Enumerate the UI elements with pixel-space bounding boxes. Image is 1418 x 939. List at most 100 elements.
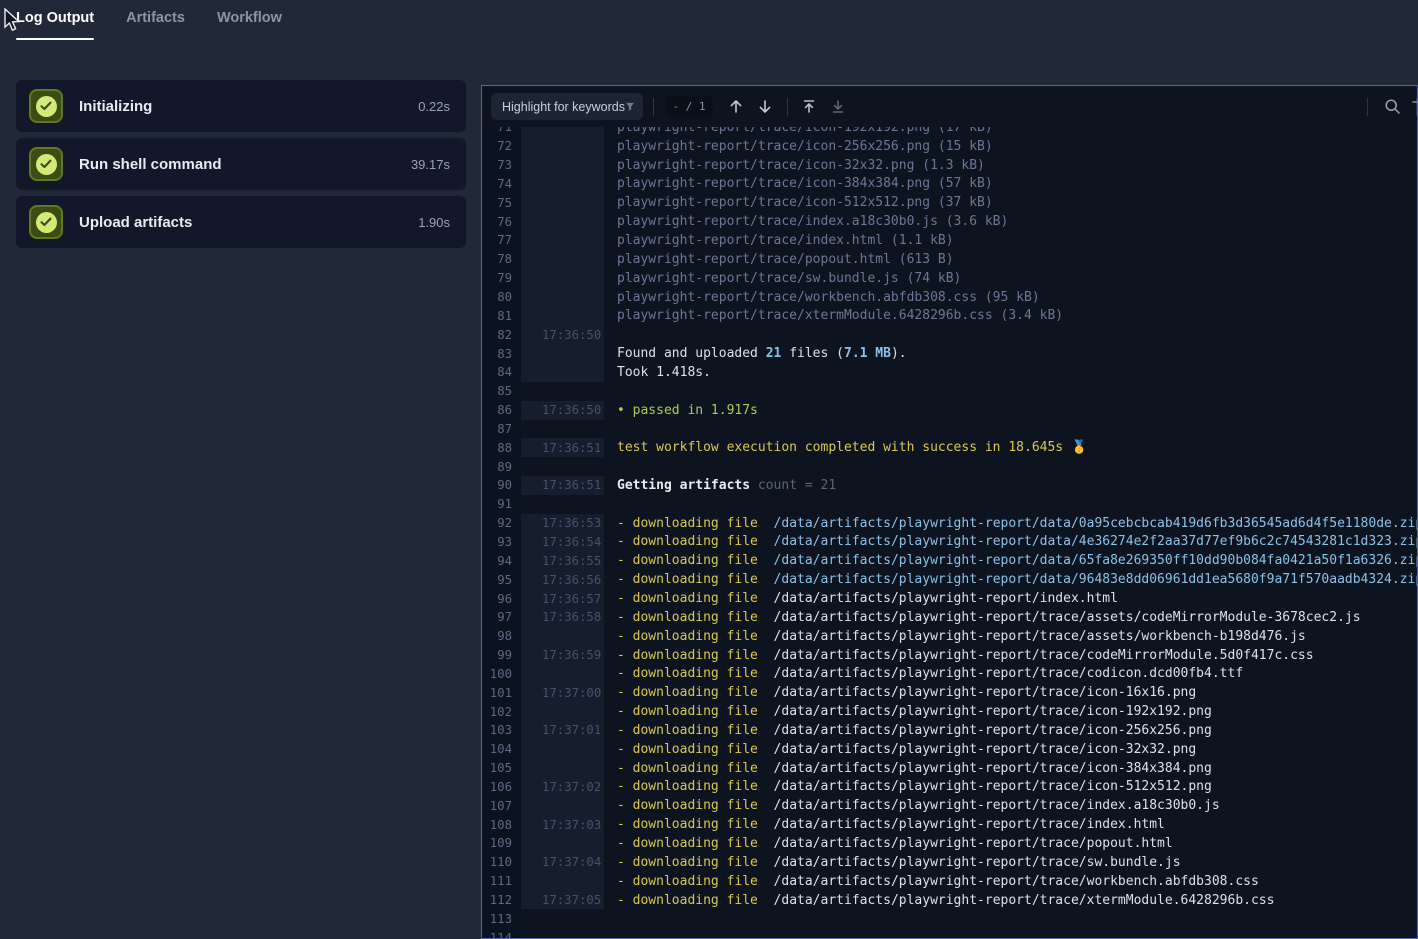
log-line-number[interactable]: 94 <box>482 551 521 570</box>
log-line-number[interactable]: 72 <box>482 137 521 156</box>
log-line-number[interactable]: 73 <box>482 156 521 175</box>
log-line-number[interactable]: 74 <box>482 175 521 194</box>
log-line-number[interactable]: 80 <box>482 288 521 307</box>
log-line-number[interactable]: 112 <box>482 891 521 910</box>
log-line-number[interactable]: 102 <box>482 702 521 721</box>
log-line: 84 Took 1.418s. <box>482 363 1417 382</box>
log-line-number[interactable]: 98 <box>482 627 521 646</box>
log-text: playwright-report/trace/icon-512x512.png… <box>604 195 993 210</box>
workflow-run-page: { "colors": { "accent_border": "#5d5fc4"… <box>0 0 1418 939</box>
success-check-icon <box>29 205 63 239</box>
log-line-number[interactable]: 82 <box>482 325 521 344</box>
log-line-number[interactable]: 100 <box>482 664 521 683</box>
previous-match-button[interactable] <box>725 96 747 118</box>
log-line-number[interactable]: 109 <box>482 834 521 853</box>
step-card-initializing[interactable]: Initializing 0.22s <box>16 80 466 132</box>
log-timestamp <box>521 212 604 231</box>
log-timestamp: 17:36:50 <box>521 401 604 420</box>
log-line-number[interactable]: 75 <box>482 193 521 212</box>
tabs-bar: Log Output Artifacts Workflow <box>16 10 282 40</box>
search-icon <box>1384 98 1401 115</box>
log-line-number[interactable]: 76 <box>482 212 521 231</box>
step-card-run-shell-command[interactable]: Run shell command 39.17s <box>16 138 466 190</box>
log-line-number[interactable]: 85 <box>482 382 521 401</box>
log-line: 72playwright-report/trace/icon-256x256.p… <box>482 137 1417 156</box>
log-line-number[interactable]: 113 <box>482 909 521 928</box>
log-text: - downloading file /data/artifacts/playw… <box>604 874 1259 889</box>
log-line-number[interactable]: 97 <box>482 608 521 627</box>
log-text: - downloading file /data/artifacts/playw… <box>604 572 1418 587</box>
log-line-number[interactable]: 89 <box>482 457 521 476</box>
log-timestamp <box>521 175 604 194</box>
log-text-segment: /data/artifacts/playwright-report/trace/… <box>774 798 1220 813</box>
log-text: - downloading file /data/artifacts/playw… <box>604 742 1196 757</box>
log-text-segment: - downloading file <box>617 779 774 794</box>
log-timestamp: 17:36:53 <box>521 514 604 533</box>
log-line-number[interactable]: 95 <box>482 570 521 589</box>
log-text-segment: • passed in 1.917s <box>617 403 758 418</box>
search-button[interactable] <box>1381 96 1403 118</box>
log-text-segment: - downloading file <box>617 629 774 644</box>
log-line-number[interactable]: 86 <box>482 401 521 420</box>
log-output-panel: 71playwright-report/trace/icon-192x192.p… <box>481 85 1418 939</box>
log-line-number[interactable]: 87 <box>482 420 521 439</box>
tab-log-output[interactable]: Log Output <box>16 10 94 40</box>
log-line: 79playwright-report/trace/sw.bundle.js (… <box>482 269 1417 288</box>
log-line: 8217:36:50 <box>482 325 1417 344</box>
log-line-number[interactable]: 101 <box>482 683 521 702</box>
log-line-number[interactable]: 105 <box>482 759 521 778</box>
log-line: 74playwright-report/trace/icon-384x384.p… <box>482 175 1417 194</box>
log-line-number[interactable]: 92 <box>482 514 521 533</box>
log-line-number[interactable]: 111 <box>482 872 521 891</box>
log-line-number[interactable]: 110 <box>482 853 521 872</box>
log-line-number[interactable]: 78 <box>482 250 521 269</box>
log-timestamp <box>521 156 604 175</box>
scroll-to-top-button[interactable] <box>798 96 820 118</box>
clipped-icon[interactable] <box>1410 99 1418 120</box>
scroll-to-bottom-button[interactable] <box>827 96 849 118</box>
step-card-upload-artifacts[interactable]: Upload artifacts 1.90s <box>16 196 466 248</box>
log-line-number[interactable]: 106 <box>482 778 521 797</box>
log-line-number[interactable]: 90 <box>482 476 521 495</box>
log-line-number[interactable]: 93 <box>482 533 521 552</box>
log-line-number[interactable]: 77 <box>482 231 521 250</box>
toolbar-divider <box>1367 98 1368 116</box>
log-line-number[interactable]: 107 <box>482 796 521 815</box>
log-line-number[interactable]: 83 <box>482 344 521 363</box>
log-line-number[interactable]: 114 <box>482 928 521 939</box>
log-lines-container[interactable]: 71playwright-report/trace/icon-192x192.p… <box>482 118 1417 939</box>
log-text-segment: ). <box>891 346 907 361</box>
tab-workflow[interactable]: Workflow <box>217 10 282 40</box>
log-text-segment: playwright-report/trace/icon-32x32.png (… <box>617 158 985 173</box>
log-timestamp <box>521 306 604 325</box>
tab-label: Log Output <box>16 10 94 26</box>
log-line-number[interactable]: 88 <box>482 438 521 457</box>
log-line-number[interactable]: 104 <box>482 740 521 759</box>
log-line-number[interactable]: 81 <box>482 306 521 325</box>
log-line-number[interactable]: 84 <box>482 363 521 382</box>
log-line-number[interactable]: 79 <box>482 269 521 288</box>
log-text-segment: playwright-report/trace/index.html (1.1 … <box>617 233 954 248</box>
log-text: - downloading file /data/artifacts/playw… <box>604 685 1196 700</box>
log-timestamp <box>521 457 604 476</box>
log-timestamp <box>521 382 604 401</box>
log-line: 87 <box>482 420 1417 439</box>
log-timestamp: 17:37:03 <box>521 815 604 834</box>
log-text: Took 1.418s. <box>604 365 711 380</box>
log-line: 91 <box>482 495 1417 514</box>
log-timestamp <box>521 796 604 815</box>
log-line-number[interactable]: 99 <box>482 646 521 665</box>
log-text-segment: /data/artifacts/playwright-report/trace/… <box>774 685 1197 700</box>
log-line: 102- downloading file /data/artifacts/pl… <box>482 702 1417 721</box>
log-line-number[interactable]: 103 <box>482 721 521 740</box>
next-match-button[interactable] <box>754 96 776 118</box>
log-line-number[interactable]: 91 <box>482 495 521 514</box>
log-line-number[interactable]: 108 <box>482 815 521 834</box>
tab-artifacts[interactable]: Artifacts <box>126 10 185 40</box>
log-timestamp <box>521 495 604 514</box>
log-text-segment: /data/artifacts/playwright-report/trace/… <box>774 874 1259 889</box>
log-line-number[interactable]: 96 <box>482 589 521 608</box>
keyword-highlight-input[interactable]: Highlight for keywords <box>491 93 643 120</box>
log-timestamp: 17:36:50 <box>521 325 604 344</box>
log-text-segment: - downloading file <box>617 836 774 851</box>
